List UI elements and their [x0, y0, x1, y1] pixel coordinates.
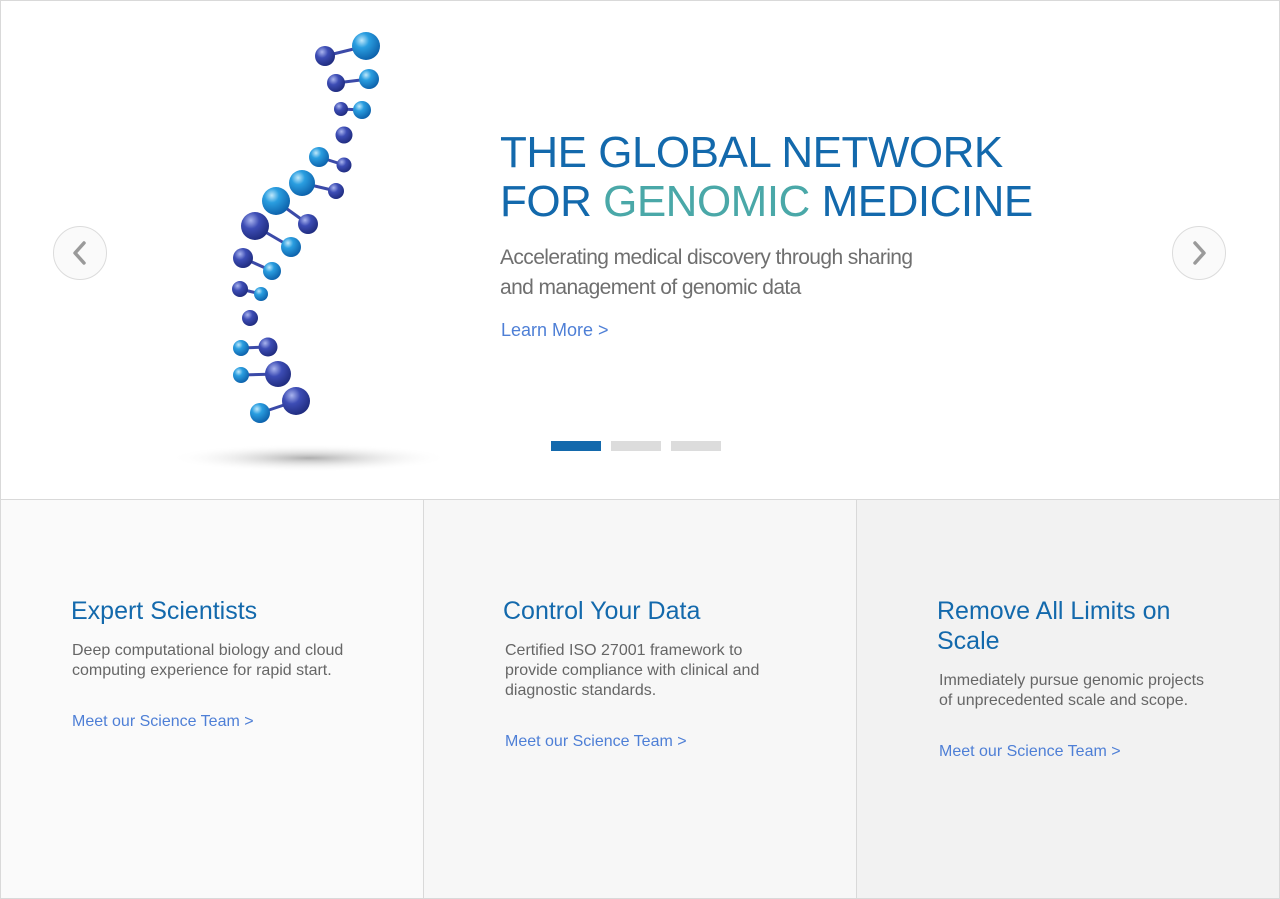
feature-link[interactable]: Meet our Science Team >: [939, 743, 1121, 761]
feature-description: Certified ISO 27001 framework to provide…: [505, 642, 760, 699]
feature-title: Remove All Limits on Scale: [937, 597, 1171, 655]
page: THE GLOBAL NETWORK FOR GENOMIC MEDICINE …: [0, 0, 1280, 899]
hero-subtitle: Accelerating medical discovery through s…: [500, 246, 913, 299]
carousel-indicator-3[interactable]: [671, 441, 721, 451]
feature-link[interactable]: Meet our Science Team >: [72, 713, 254, 731]
headline-line-2-suffix: MEDICINE: [809, 177, 1034, 226]
carousel-prev-button[interactable]: [53, 226, 107, 280]
feature-description: Immediately pursue genomic projects of u…: [939, 672, 1205, 709]
carousel-indicator-1[interactable]: [551, 441, 601, 451]
chevron-right-icon: [1193, 241, 1206, 265]
feature-card-control-your-data: Control Your Data Certified ISO 27001 fr…: [424, 500, 857, 898]
hero-carousel: THE GLOBAL NETWORK FOR GENOMIC MEDICINE …: [1, 1, 1279, 500]
hero-headline: THE GLOBAL NETWORK FOR GENOMIC MEDICINE: [500, 128, 1033, 226]
feature-description: Deep computational biology and cloud com…: [72, 642, 344, 679]
learn-more-link[interactable]: Learn More >: [501, 320, 609, 341]
feature-card-expert-scientists: Expert Scientists Deep computational bio…: [1, 500, 424, 898]
dna-helix-illustration: [169, 32, 449, 472]
feature-title: Expert Scientists: [71, 597, 258, 625]
carousel-indicator-2[interactable]: [611, 441, 661, 451]
headline-accent-word: GENOMIC: [603, 177, 810, 226]
carousel-next-button[interactable]: [1172, 226, 1226, 280]
feature-card-remove-limits: Remove All Limits on Scale Immediately p…: [857, 500, 1279, 898]
chevron-left-icon: [73, 241, 86, 265]
features-section: Expert Scientists Deep computational bio…: [1, 500, 1279, 898]
feature-title: Control Your Data: [503, 597, 701, 625]
feature-link[interactable]: Meet our Science Team >: [505, 733, 687, 751]
headline-line-2-prefix: FOR: [500, 177, 604, 226]
carousel-indicators: [551, 441, 721, 451]
headline-line-1: THE GLOBAL NETWORK: [500, 128, 1003, 177]
